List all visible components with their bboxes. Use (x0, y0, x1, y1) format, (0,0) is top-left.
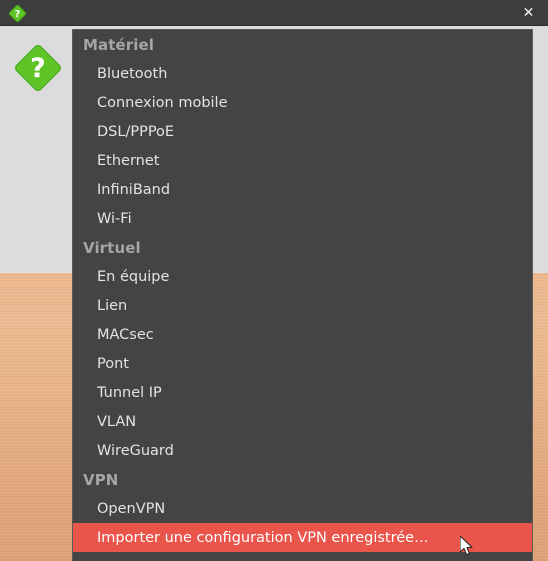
menu-item[interactable]: Importer une configuration VPN enregistr… (73, 523, 532, 552)
menu-list: Matériel Bluetooth Connexion mobile DSL/PPP… (73, 30, 532, 552)
menu-item[interactable]: En équipe (73, 262, 532, 291)
window-titlebar: ? ✕ (0, 0, 548, 26)
help-diamond-large-icon: ? (14, 44, 62, 92)
menu-section-header: VPN (83, 471, 119, 489)
menu-item[interactable]: Lien (73, 291, 532, 320)
menu-section-header: Matériel (83, 36, 155, 54)
svg-text:?: ? (15, 9, 21, 20)
menu-item[interactable]: MACsec (73, 320, 532, 349)
screen: ? ✕ ? Matériel Bluetooth Connexion mobile D… (0, 0, 548, 561)
menu-item[interactable]: Tunnel IP (73, 378, 532, 407)
menu-item[interactable]: Pont (73, 349, 532, 378)
menu-item[interactable]: InfiniBand (73, 175, 532, 204)
svg-text:?: ? (30, 53, 46, 84)
menu-item[interactable]: Connexion mobile (73, 88, 532, 117)
connection-type-menu[interactable]: Matériel Bluetooth Connexion mobile DSL/PPP… (72, 29, 533, 561)
menu-item[interactable]: DSL/PPPoE (73, 117, 532, 146)
help-diamond-icon: ? (8, 4, 27, 23)
menu-item[interactable]: VLAN (73, 407, 532, 436)
menu-item[interactable]: Ethernet (73, 146, 532, 175)
menu-item[interactable]: Bluetooth (73, 59, 532, 88)
menu-item[interactable]: WireGuard (73, 436, 532, 465)
menu-item[interactable]: OpenVPN (73, 494, 532, 523)
close-icon[interactable]: ✕ (518, 3, 539, 24)
menu-item[interactable]: Wi-Fi (73, 204, 532, 233)
menu-section-header: Virtuel (83, 239, 141, 257)
